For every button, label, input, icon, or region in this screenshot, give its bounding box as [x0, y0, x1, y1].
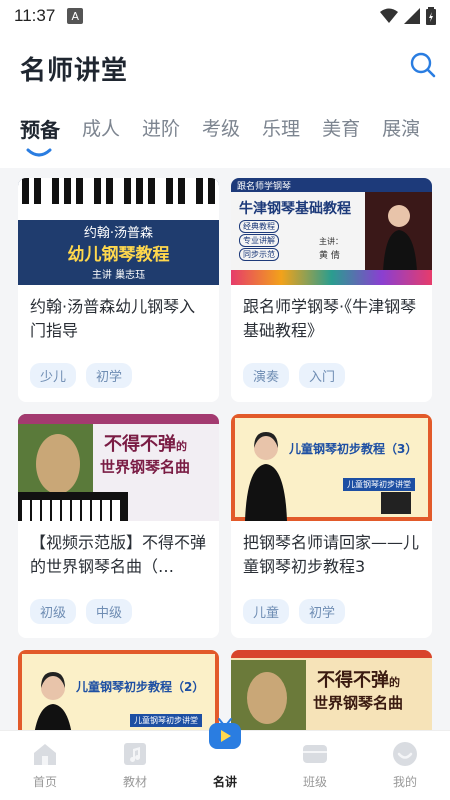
search-icon[interactable] [408, 50, 438, 80]
music-book-icon [124, 743, 146, 765]
piano-keys-image [18, 178, 219, 220]
tag[interactable]: 初级 [30, 599, 77, 624]
thumb-item: 经典教程 [239, 220, 279, 233]
thumb-line1: 约翰·汤普森 [83, 226, 154, 241]
teacher-photo [245, 432, 287, 521]
bottom-nav: 首页 教材 名讲 班级 我的 [0, 718, 450, 800]
tag[interactable]: 入门 [299, 363, 346, 388]
course-card[interactable]: 约翰·汤普森 幼儿钢琴教程 主讲 巢志珏 约翰·汤普森幼儿钢琴入门指导 少儿 初… [18, 178, 219, 402]
tag-list: 少儿 初学 [18, 351, 219, 388]
course-card[interactable]: 儿童钢琴初步教程（3） 儿童钢琴初步讲堂 把钢琴名师请回家——儿童钢琴初步教程3… [231, 414, 432, 638]
tag[interactable]: 初学 [86, 363, 133, 388]
status-bar: 11:37 A [0, 0, 450, 32]
tag[interactable]: 初学 [299, 599, 346, 624]
notification-icon: A [67, 8, 84, 24]
battery-icon [426, 7, 436, 25]
tag[interactable]: 儿童 [243, 599, 290, 624]
course-thumbnail: 跟名师学钢琴 牛津钢琴基础教程 经典教程 专业讲解 同步示范 主讲： 黄 倩 [231, 178, 432, 285]
nav-label: 首页 [32, 775, 57, 789]
nav-materials[interactable]: 教材 [90, 731, 180, 800]
tag[interactable]: 中级 [86, 599, 133, 624]
course-card[interactable]: 跟名师学钢琴 牛津钢琴基础教程 经典教程 专业讲解 同步示范 主讲： 黄 倩 跟… [231, 178, 432, 402]
thumb-item: 同步示范 [239, 248, 279, 261]
tab-label: 成人 [82, 118, 121, 140]
course-thumbnail: 儿童钢琴初步教程（3） 儿童钢琴初步讲堂 [231, 414, 432, 521]
play-tv-icon [209, 718, 241, 749]
thumb-teacher-name: 黄 倩 [319, 251, 340, 261]
thumb-line1-text: 不得不弹 [317, 670, 389, 691]
thumb-small-text: 的 [176, 440, 187, 453]
nav-home[interactable]: 首页 [0, 731, 90, 800]
status-icons [380, 7, 436, 25]
course-card[interactable]: 不得不弹的 世界钢琴名曲 【视频示范版】不得不弹的世界钢琴名曲（… 初级 中级 [18, 414, 219, 638]
tab-advanced[interactable]: 进阶 [142, 114, 180, 143]
thumb-line2: 幼儿钢琴教程 [67, 245, 170, 265]
thumb-line1: 儿童钢琴初步教程（3） [289, 442, 418, 456]
course-thumbnail: 约翰·汤普森 幼儿钢琴教程 主讲 巢志珏 [18, 178, 219, 285]
teacher-photo [365, 192, 432, 272]
tab-label: 展演 [382, 118, 421, 140]
tab-aesthetic[interactable]: 美育 [322, 114, 360, 143]
category-tabs: 预备 成人 进阶 考级 乐理 美育 展演 [20, 114, 442, 157]
tab-label: 考级 [202, 118, 241, 140]
thumb-line1: 不得不弹的 [317, 666, 400, 692]
course-title: 约翰·汤普森幼儿钢琴入门指导 [30, 297, 196, 340]
thumb-small-text: 的 [389, 676, 400, 689]
home-icon [34, 744, 56, 765]
course-thumbnail: 不得不弹的 世界钢琴名曲 [18, 414, 219, 521]
nav-label: 教材 [122, 775, 147, 789]
course-title: 把钢琴名师请回家——儿童钢琴初步教程3 [243, 533, 420, 576]
tag-list: 演奏 入门 [231, 351, 432, 388]
nav-label: 名讲 [212, 775, 237, 789]
tab-label: 进阶 [142, 118, 181, 140]
status-time: 11:37 [14, 6, 56, 25]
page-title: 名师讲堂 [20, 56, 129, 86]
course-title: 【视频示范版】不得不弹的世界钢琴名曲（… [30, 533, 207, 576]
tab-theory[interactable]: 乐理 [262, 114, 300, 143]
nav-label: 班级 [302, 775, 327, 789]
course-title: 跟名师学钢琴·《牛津钢琴基础教程》 [243, 297, 417, 340]
tab-prep[interactable]: 预备 [20, 114, 60, 157]
thumb-line2: 儿童钢琴初步讲堂 [343, 478, 415, 491]
thumb-line1-text: 不得不弹 [104, 434, 176, 455]
tab-label: 美育 [322, 118, 361, 140]
thumb-line2: 儿童钢琴初步讲堂 [130, 714, 202, 727]
profile-icon [393, 742, 417, 766]
thumb-line3: 主讲 巢志珏 [91, 270, 146, 281]
tab-active-indicator [26, 148, 52, 157]
tag[interactable]: 少儿 [30, 363, 77, 388]
tab-performance[interactable]: 展演 [382, 114, 420, 143]
tab-adult[interactable]: 成人 [82, 114, 120, 143]
tab-exam[interactable]: 考级 [202, 114, 240, 143]
signal-icon [404, 8, 420, 24]
tag-list: 儿童 初学 [231, 587, 432, 624]
tag-list: 初级 中级 [18, 587, 219, 624]
header: 名师讲堂 预备 成人 进阶 考级 乐理 美育 展演 [0, 32, 450, 168]
wifi-icon [380, 8, 398, 23]
thumb-line2: 世界钢琴名曲 [100, 458, 191, 476]
tab-label: 预备 [20, 118, 60, 142]
thumb-line1: 儿童钢琴初步教程（2） [76, 680, 205, 694]
thumb-badge: 跟名师学钢琴 [237, 182, 292, 192]
thumb-item: 专业讲解 [239, 234, 279, 247]
thumb-teacher-label: 主讲： [319, 237, 343, 246]
tag[interactable]: 演奏 [243, 363, 290, 388]
nav-profile[interactable]: 我的 [360, 731, 450, 800]
thumb-line1: 不得不弹的 [104, 430, 187, 456]
nav-lectures[interactable]: 名讲 [180, 718, 270, 800]
class-icon [303, 745, 327, 763]
thumb-line2: 世界钢琴名曲 [313, 694, 404, 712]
nav-class[interactable]: 班级 [270, 731, 360, 800]
thumb-line1: 牛津钢琴基础教程 [239, 201, 351, 217]
nav-label: 我的 [392, 775, 417, 789]
tab-label: 乐理 [262, 118, 301, 140]
